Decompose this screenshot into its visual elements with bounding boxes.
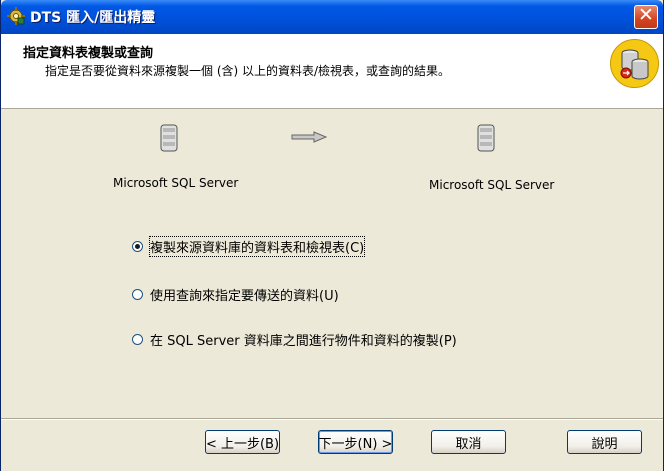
option-use-query-label[interactable]: 使用查詢來指定要傳送的資料(U) [150, 285, 339, 304]
help-button[interactable]: 說明 [567, 430, 642, 454]
close-button[interactable]: ✕ [634, 4, 658, 29]
window-title: DTS 匯入/匯出精靈 [30, 10, 156, 26]
radio-copy-tables[interactable] [132, 240, 143, 252]
dts-wizard-icon [7, 7, 25, 25]
next-button[interactable]: 下一步(N) > [318, 430, 393, 454]
source-server-label: Microsoft SQL Server [113, 176, 239, 190]
option-copy-tables-label[interactable]: 複製來源資料庫的資料表和檢視表(C) [148, 235, 366, 257]
source-database-server-icon [160, 124, 178, 152]
footer-divider [1, 418, 663, 420]
radio-use-query[interactable] [132, 288, 143, 300]
option-copy-objects[interactable]: 在 SQL Server 資料庫之間進行物件和資料的複製(P) [132, 330, 457, 349]
title-bar[interactable]: DTS 匯入/匯出精靈 ✕ [1, 0, 663, 34]
option-copy-tables[interactable]: 複製來源資料庫的資料表和檢視表(C) [132, 235, 366, 257]
destination-server-label: Microsoft SQL Server [429, 178, 555, 192]
arrow-right-icon [291, 131, 327, 143]
back-button[interactable]: < 上一步(B) [205, 430, 280, 454]
page-title: 指定資料表複製或查詢 [23, 46, 154, 61]
wizard-header: 指定資料表複製或查詢 指定是否要從資料來源複製一個 (含) 以上的資料表/檢視表… [1, 34, 663, 109]
cancel-button[interactable]: 取消 [431, 430, 506, 454]
radio-copy-objects[interactable] [132, 333, 143, 345]
option-copy-objects-label[interactable]: 在 SQL Server 資料庫之間進行物件和資料的複製(P) [150, 330, 457, 349]
wizard-window: DTS 匯入/匯出精靈 ✕ 指定資料表複製或查詢 指定是否要從資料來源複製一個 … [0, 0, 664, 471]
destination-database-server-icon [477, 124, 495, 152]
option-use-query[interactable]: 使用查詢來指定要傳送的資料(U) [132, 285, 339, 304]
close-icon: ✕ [638, 4, 654, 26]
database-copy-icon [610, 39, 659, 88]
page-description: 指定是否要從資料來源複製一個 (含) 以上的資料表/檢視表，或查詢的結果。 [45, 64, 451, 78]
